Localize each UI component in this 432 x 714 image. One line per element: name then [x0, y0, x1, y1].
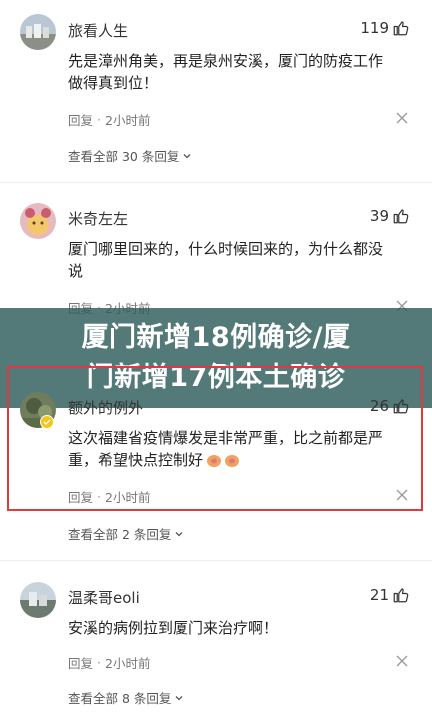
- thumbs-up-icon: [393, 588, 409, 603]
- comment-text: 安溪的病例拉到厦门来治疗啊！: [68, 617, 412, 639]
- avatar[interactable]: [20, 14, 56, 50]
- divider: [0, 560, 432, 561]
- chevron-down-icon: [175, 531, 183, 536]
- view-replies-link[interactable]: 查看全部 2 条回复: [68, 524, 184, 543]
- close-icon[interactable]: [396, 655, 408, 667]
- view-replies-link[interactable]: 查看全部 30 条回复: [68, 146, 192, 165]
- thumbs-up-icon: [393, 209, 409, 224]
- comment-meta: 回复 · 2小时前: [68, 653, 150, 672]
- avatar-photo-icon: [20, 14, 56, 50]
- comment-text-line: 安溪的病例拉到厦门来治疗啊！: [68, 619, 279, 637]
- separator: ·: [97, 112, 101, 127]
- highlight-frame: [7, 366, 423, 511]
- avatar[interactable]: [20, 203, 56, 239]
- like-button[interactable]: 21: [370, 586, 410, 604]
- view-replies-label: 查看全部 2 条回复: [68, 527, 172, 542]
- reply-button[interactable]: 回复: [68, 653, 93, 672]
- like-count: 39: [369, 207, 389, 225]
- comment-text-line: 做得真到位！: [68, 74, 159, 92]
- comment-text-line: 厦门哪里回来的，什么时候回来的，为什么都没: [68, 240, 384, 258]
- headline-line: 厦门新增18例确诊/厦: [81, 322, 351, 353]
- comment-text-line: 先是漳州角美，再是泉州安溪，厦门的防疫工作: [68, 52, 384, 70]
- close-icon[interactable]: [396, 112, 408, 124]
- comment-text-line: 说: [68, 262, 84, 280]
- separator: ·: [97, 655, 101, 670]
- avatar[interactable]: [20, 582, 56, 618]
- comment-text: 厦门哪里回来的，什么时候回来的，为什么都没 说: [68, 238, 412, 282]
- view-replies-link[interactable]: 查看全部 8 条回复: [68, 688, 184, 707]
- reply-button[interactable]: 回复: [68, 110, 93, 129]
- avatar-cartoon-icon: [20, 203, 56, 239]
- comment-text: 先是漳州角美，再是泉州安溪，厦门的防疫工作 做得真到位！: [68, 50, 412, 94]
- timestamp: 2小时前: [105, 113, 151, 128]
- comment-username[interactable]: 米奇左左: [68, 208, 128, 229]
- like-count: 21: [369, 586, 389, 604]
- comment-username[interactable]: 旅看人生: [68, 20, 128, 41]
- divider: [0, 182, 432, 183]
- like-button[interactable]: 119: [360, 19, 410, 37]
- view-replies-label: 查看全部 30 条回复: [68, 149, 180, 164]
- like-count: 119: [360, 19, 389, 37]
- comment-username[interactable]: 温柔哥eoli: [68, 587, 140, 608]
- like-button[interactable]: 39: [370, 207, 410, 225]
- comment-meta: 回复 · 2小时前: [68, 110, 150, 129]
- chevron-down-icon: [175, 695, 183, 700]
- thumbs-up-icon: [393, 21, 409, 36]
- timestamp: 2小时前: [105, 656, 151, 671]
- avatar-photo-icon: [20, 582, 56, 618]
- view-replies-label: 查看全部 8 条回复: [68, 691, 172, 706]
- chevron-down-icon: [183, 153, 191, 158]
